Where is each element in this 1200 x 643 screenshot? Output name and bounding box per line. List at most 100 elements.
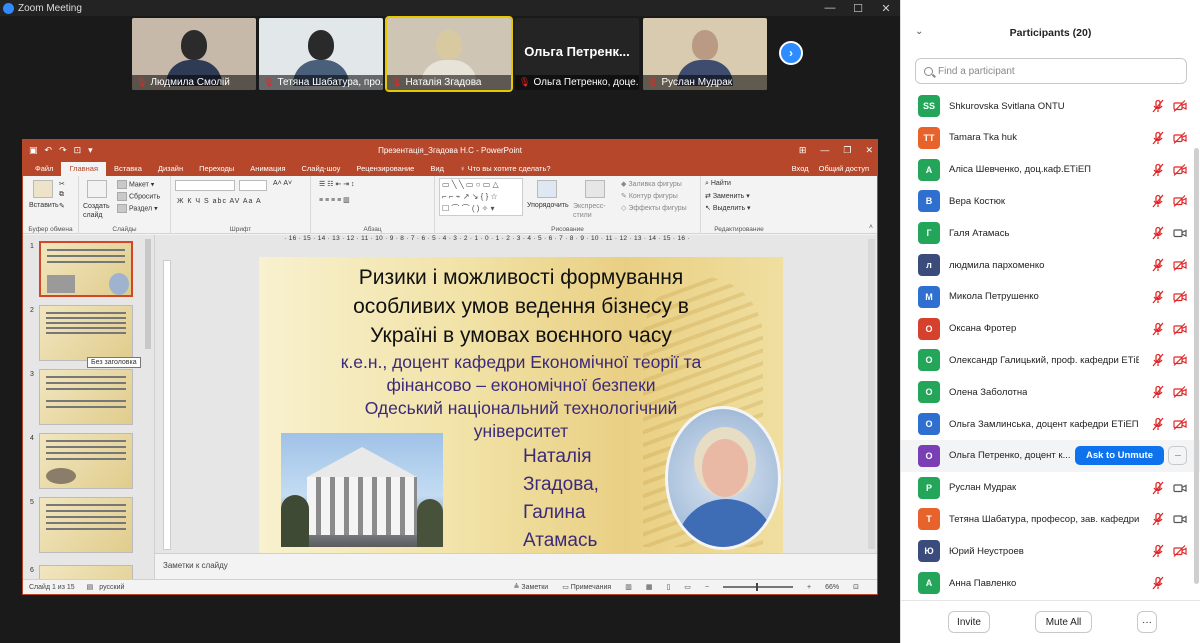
- participant-row[interactable]: А Анна Павленко: [901, 567, 1200, 599]
- video-tile[interactable]: Ольга Петренк... 🎙 Ольга Петренко, доце..…: [515, 18, 639, 90]
- video-tile[interactable]: 🎙 Руслан Мудрак: [643, 18, 767, 90]
- maximize-button[interactable]: ☐: [844, 0, 872, 16]
- reset-button[interactable]: Сбросить: [117, 192, 160, 201]
- save-icon[interactable]: ▣: [29, 145, 38, 156]
- slide-thumbnail-selected[interactable]: [39, 241, 133, 297]
- zoom-out-icon[interactable]: −: [705, 584, 709, 591]
- slide-notes-pane[interactable]: Заметки к слайду: [155, 553, 877, 581]
- video-tile[interactable]: 🎙 Людмила Смолій: [132, 18, 256, 90]
- slide-thumbnail[interactable]: [39, 305, 133, 361]
- slide-thumbnail[interactable]: [39, 433, 133, 489]
- font-size-box[interactable]: [239, 180, 267, 191]
- participant-row[interactable]: А Аліса Шевченко, доц.каф.ЕТіЕП: [901, 154, 1200, 186]
- align-icons[interactable]: ≡ ≡ ≡ ≡ ▥: [319, 196, 350, 204]
- zoom-level[interactable]: 66%: [825, 584, 839, 591]
- participant-row[interactable]: В Вера Костюк: [901, 185, 1200, 217]
- quick-styles-icon[interactable]: [585, 180, 605, 198]
- cut-icon[interactable]: ✂: [59, 180, 65, 188]
- shape-fill-button[interactable]: ◆ Заливка фигуры: [621, 180, 682, 188]
- participant-row[interactable]: О Олександр Галицький, проф. кафедри ЕТіЕ…: [901, 344, 1200, 376]
- replace-button[interactable]: ⇄ Заменить ▾: [705, 192, 750, 200]
- video-tile-active-speaker[interactable]: 🎙 Наталія Згадова: [385, 16, 513, 92]
- select-button[interactable]: ↖ Выделить ▾: [705, 204, 751, 212]
- arrange-button[interactable]: Упорядочить: [527, 202, 569, 209]
- start-slideshow-icon[interactable]: ⊡: [74, 145, 82, 156]
- list-icons[interactable]: ☰ ☷ ⇤ ⇥ ↕: [319, 180, 355, 188]
- minimize-icon[interactable]: —: [820, 145, 829, 156]
- minimize-button[interactable]: —: [816, 0, 844, 16]
- shapes-gallery[interactable]: ▭ ╲ ╲ ▭ ○ ▭ △ ⌐ ⌐ ⌁ ↗ ↘ { } ☆ ☐ ⌒ ⌒ ( ) ✧ …: [439, 178, 523, 216]
- participant-row[interactable]: О Ольга Петренко, доцент к... Ask to Unmut…: [901, 439, 1200, 472]
- reading-view-icon[interactable]: ▯: [666, 583, 670, 591]
- paste-icon[interactable]: [33, 180, 53, 198]
- notes-toggle[interactable]: ≜ Заметки: [514, 583, 549, 591]
- font-grow-shrink-icon[interactable]: A˄ A˅: [273, 180, 292, 187]
- participant-row[interactable]: л людмила пархоменко: [901, 249, 1200, 281]
- participant-row[interactable]: О Олена Заболотна: [901, 376, 1200, 408]
- font-name-box[interactable]: [175, 180, 235, 191]
- participant-row[interactable]: Т Тетяна Шабатура, професор, зав. кафедри: [901, 503, 1200, 535]
- undo-icon[interactable]: ↶: [45, 145, 53, 156]
- redo-icon[interactable]: ↷: [59, 145, 67, 156]
- format-painter-icon[interactable]: ✎: [59, 202, 65, 210]
- shape-effects-button[interactable]: ◇ Эффекты фигуры: [621, 204, 687, 212]
- more-options-button[interactable]: ···: [1137, 611, 1157, 633]
- slide-thumbnail[interactable]: [39, 497, 133, 553]
- participants-scrollbar[interactable]: [1194, 148, 1199, 584]
- tab-insert[interactable]: Вставка: [106, 162, 150, 176]
- slideshow-view-icon[interactable]: ▭: [684, 583, 691, 591]
- participant-row[interactable]: Ю Юрий Неустроев: [901, 535, 1200, 567]
- slide-thumbnail[interactable]: [39, 369, 133, 425]
- tab-slideshow[interactable]: Слайд-шоу: [294, 162, 349, 176]
- tab-review[interactable]: Рецензирование: [348, 162, 422, 176]
- tab-view[interactable]: Вид: [422, 162, 452, 176]
- tab-animations[interactable]: Анимация: [242, 162, 293, 176]
- participant-row[interactable]: О Ольга Замлинська, доцент кафедри ЕТіЕП: [901, 408, 1200, 440]
- font-style-buttons[interactable]: Ж К Ч S abc AV Aa A: [177, 198, 262, 205]
- sign-in-link[interactable]: Вход: [792, 164, 809, 173]
- tab-file[interactable]: Файл: [27, 162, 61, 176]
- shape-outline-button[interactable]: ✎ Контур фигуры: [621, 192, 678, 200]
- participant-row[interactable]: TT Tamara Tka huk: [901, 122, 1200, 154]
- participant-row[interactable]: Г Галя Атамась: [901, 217, 1200, 249]
- slide-title[interactable]: Ризики і можливості формування особливих…: [259, 263, 783, 350]
- ask-to-unmute-button[interactable]: Ask to Unmute: [1075, 445, 1164, 465]
- new-slide-button[interactable]: Создать слайд: [83, 202, 113, 220]
- tab-design[interactable]: Дизайн: [150, 162, 191, 176]
- copy-icon[interactable]: ⧉: [59, 191, 64, 199]
- ribbon-display-icon[interactable]: ⊞: [799, 145, 807, 156]
- section-button[interactable]: Раздел ▾: [117, 204, 158, 213]
- paste-button[interactable]: Вставить: [29, 202, 59, 209]
- spellcheck-icon[interactable]: ▤: [87, 583, 94, 591]
- arrange-icon[interactable]: [537, 180, 557, 198]
- thumbnails-scrollbar[interactable]: [145, 239, 151, 349]
- collapse-ribbon-icon[interactable]: ˄: [869, 224, 873, 231]
- tab-transitions[interactable]: Переходы: [191, 162, 242, 176]
- tab-home[interactable]: Главная: [61, 162, 106, 176]
- participant-row[interactable]: О Оксана Фротер: [901, 313, 1200, 345]
- comments-toggle[interactable]: ▭ Примечания: [562, 583, 611, 591]
- close-icon[interactable]: ✕: [865, 145, 873, 156]
- zoom-in-icon[interactable]: +: [807, 584, 811, 591]
- mute-all-button[interactable]: Mute All: [1035, 611, 1092, 633]
- layout-button[interactable]: Макет ▾: [117, 180, 154, 189]
- video-tile[interactable]: 🎙 Тетяна Шабатура, про...: [259, 18, 383, 90]
- participant-row[interactable]: SS Shkurovska Svitlana ONTU: [901, 90, 1200, 122]
- normal-view-icon[interactable]: ▥: [625, 583, 632, 591]
- invite-button[interactable]: Invite: [948, 611, 990, 633]
- customize-toolbar-icon[interactable]: ▾: [88, 145, 93, 156]
- new-slide-icon[interactable]: [87, 180, 107, 198]
- restore-icon[interactable]: ❐: [843, 145, 851, 156]
- share-button[interactable]: Общий доступ: [819, 164, 869, 173]
- slide-author-names[interactable]: Наталія Згадова, Галина Атамась: [523, 443, 643, 553]
- tell-me-search[interactable]: ♀ Что вы хотите сделать?: [452, 162, 559, 176]
- find-participant-input[interactable]: Find a participant: [915, 58, 1187, 84]
- next-page-button[interactable]: ›: [779, 41, 803, 65]
- quick-styles-button[interactable]: Экспресс-стили: [573, 202, 617, 220]
- slide-vertical-scrollbar[interactable]: [868, 239, 875, 549]
- participant-more-button[interactable]: ···: [1168, 445, 1187, 465]
- find-button[interactable]: ⌕ Найти: [705, 180, 731, 188]
- participant-row[interactable]: М Микола Петрушенко: [901, 281, 1200, 313]
- language-indicator[interactable]: русский: [99, 584, 124, 591]
- slide-sorter-icon[interactable]: ▦: [646, 583, 653, 591]
